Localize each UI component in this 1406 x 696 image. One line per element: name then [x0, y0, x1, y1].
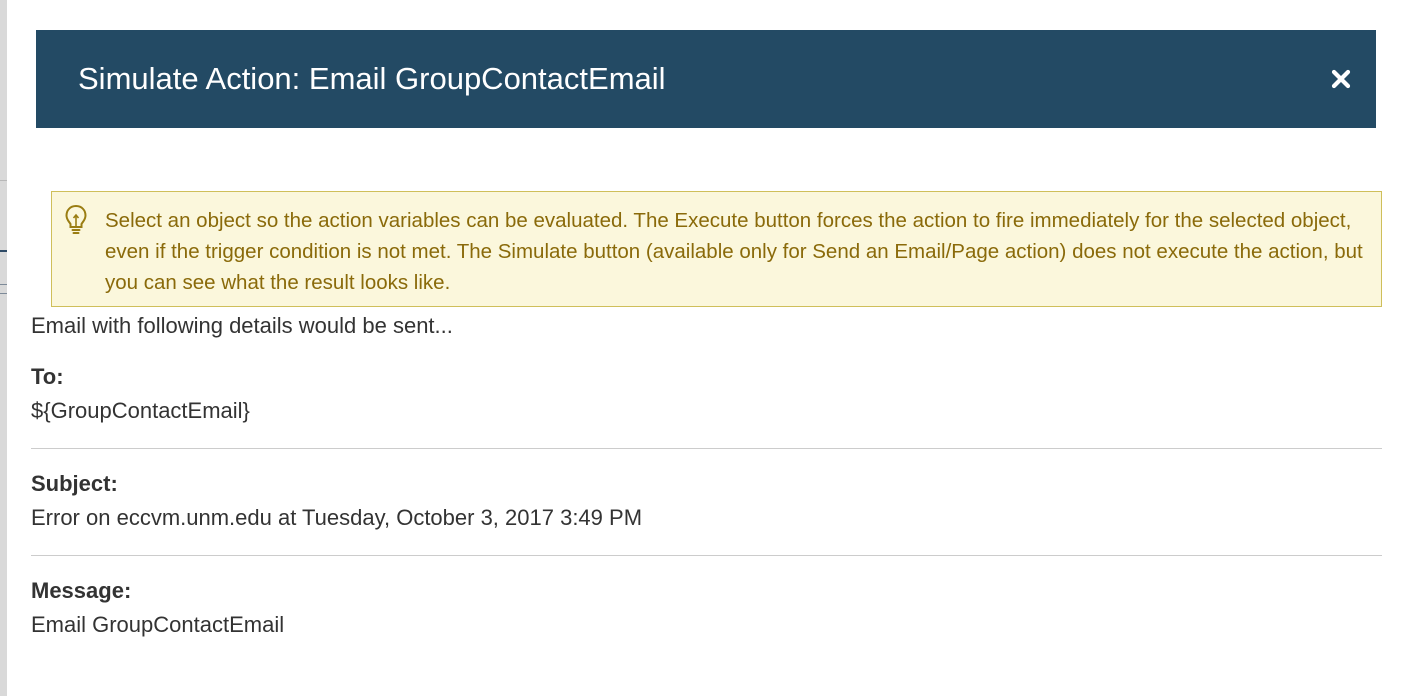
background-page-edge — [0, 0, 7, 696]
subject-value: Error on eccvm.unm.edu at Tuesday, Octob… — [31, 505, 643, 530]
modal-header: Simulate Action: Email GroupContactEmail — [36, 30, 1376, 128]
alert-message: Select an object so the action variables… — [105, 209, 1363, 294]
close-icon — [1331, 69, 1351, 89]
message-field: Message: Email GroupContactEmail — [31, 574, 1382, 642]
email-intro-text: Email with following details would be se… — [31, 313, 453, 338]
background-divider — [0, 250, 7, 252]
subject-label: Subject: — [31, 471, 118, 496]
email-details: Email with following details would be se… — [31, 310, 1382, 642]
close-button[interactable] — [1330, 68, 1352, 90]
to-field: To: ${GroupContactEmail} — [31, 360, 1382, 428]
background-menu-glyph — [0, 284, 7, 294]
divider — [31, 448, 1382, 449]
message-value: Email GroupContactEmail — [31, 612, 285, 637]
modal-title: Simulate Action: Email GroupContactEmail — [78, 61, 666, 96]
info-alert: Select an object so the action variables… — [51, 191, 1382, 307]
message-label: Message: — [31, 578, 132, 603]
lightbulb-icon — [64, 204, 88, 236]
to-value: ${GroupContactEmail} — [31, 398, 250, 423]
background-divider — [0, 180, 7, 181]
subject-field: Subject: Error on eccvm.unm.edu at Tuesd… — [31, 467, 1382, 535]
to-label: To: — [31, 364, 64, 389]
divider — [31, 555, 1382, 556]
